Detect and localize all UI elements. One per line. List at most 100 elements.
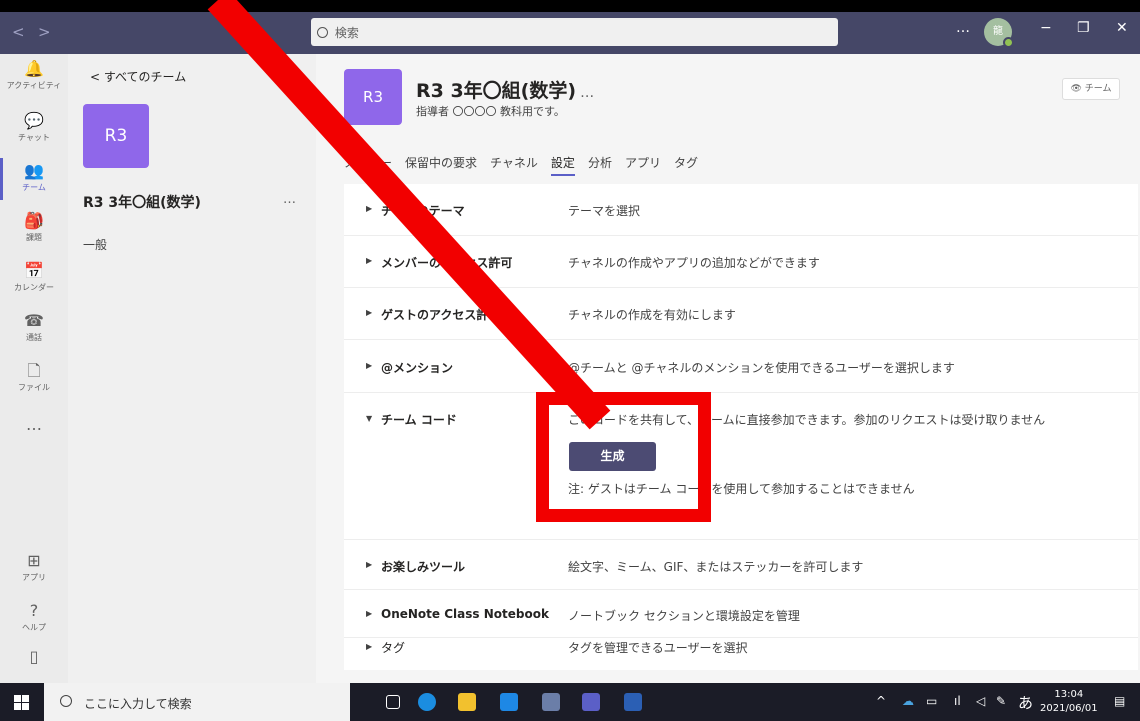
settings-row-fun-stuff[interactable]: ▶ お楽しみツール 絵文字、ミーム、GIF、またはステッカーを許可します	[344, 540, 1138, 590]
header-more-button[interactable]: …	[580, 85, 594, 101]
caret-right-icon: ▶	[366, 609, 373, 618]
settings-row-description: タグを管理できるユーザーを選択	[568, 641, 748, 655]
all-teams-link[interactable]: < すべてのチーム	[90, 68, 186, 85]
caret-right-icon: ▶	[366, 308, 373, 317]
calendar-icon: 📅	[24, 261, 44, 280]
settings-row-description: ノートブック セクションと環境設定を管理	[568, 609, 800, 623]
settings-row-mentions[interactable]: ▶ @メンション @チームと @チャネルのメンションを使用できるユーザーを選択し…	[344, 340, 1138, 393]
settings-row-title: チームのテーマ	[381, 204, 465, 218]
teams-icon: 👥	[24, 161, 44, 180]
appbar-item-more[interactable]: …	[0, 416, 68, 434]
caret-down-icon[interactable]: ▼	[366, 414, 372, 423]
teams-taskbar-icon[interactable]	[582, 693, 600, 711]
onedrive-icon[interactable]: ☁	[902, 694, 914, 708]
team-visibility-badge: 👁 チーム	[1062, 78, 1120, 100]
appbar-label: ヘルプ	[22, 623, 46, 632]
appbar-item-apps[interactable]: ⊞ アプリ	[0, 552, 68, 583]
word-icon[interactable]	[624, 693, 642, 711]
caret-right-icon: ▶	[366, 204, 373, 213]
apps-icon: ⊞	[27, 551, 41, 570]
page-title: R3 3年〇組(数学)…	[416, 76, 594, 103]
back-arrow-icon[interactable]: <	[12, 23, 25, 41]
appbar-label: ファイル	[18, 383, 50, 392]
team-description: 指導者 〇〇〇〇 教科用です。	[416, 105, 565, 118]
tab-channels[interactable]: チャネル	[490, 154, 538, 176]
mail-icon[interactable]	[500, 693, 518, 711]
annotation-highlight-box	[536, 392, 711, 522]
task-view-icon[interactable]	[386, 695, 400, 709]
edge-icon[interactable]	[418, 693, 436, 711]
battery-icon[interactable]: ▭	[926, 694, 937, 708]
maximize-button[interactable]: ❐	[1077, 20, 1090, 36]
bell-icon: 🔔	[24, 59, 44, 78]
taskbar-search-input[interactable]: ここに入力して検索	[44, 683, 350, 721]
settings-row-tags[interactable]: ▶ タグ タグを管理できるユーザーを選択	[344, 638, 1138, 670]
chevron-up-icon[interactable]: ^	[876, 694, 886, 708]
header-team-tile: R3	[344, 69, 402, 125]
assignments-icon: 🎒	[24, 211, 44, 230]
minimize-button[interactable]: −	[1040, 20, 1052, 36]
tab-tags[interactable]: タグ	[674, 154, 698, 176]
team-more-button[interactable]: …	[283, 192, 296, 207]
settings-row-title: OneNote Class Notebook	[381, 607, 549, 621]
camera-icon[interactable]	[542, 693, 560, 711]
tab-members[interactable]: メンバー	[344, 154, 392, 176]
forward-arrow-icon[interactable]: >	[38, 23, 51, 41]
team-name[interactable]: R3 3年〇組(数学)	[83, 192, 201, 212]
appbar-label: チャット	[18, 133, 50, 142]
tab-apps[interactable]: アプリ	[625, 154, 661, 176]
team-list-pane: < すべてのチーム R3 R3 3年〇組(数学) … 一般	[68, 54, 316, 683]
windows-taskbar: ここに入力して検索 ^ ☁ ▭ ıl ◁ ✎ あ 13:04 2021/06/0…	[0, 683, 1140, 721]
search-input[interactable]: 検索	[311, 18, 838, 46]
appbar-item-calendar[interactable]: 📅 カレンダー	[0, 262, 68, 293]
ime-indicator[interactable]: あ	[1018, 692, 1033, 713]
settings-row-description: チャネルの作成やアプリの追加などができます	[568, 256, 820, 270]
file-explorer-icon[interactable]	[458, 693, 476, 711]
caret-right-icon: ▶	[366, 256, 373, 265]
channel-item-general[interactable]: 一般	[83, 236, 107, 253]
appbar-label: チーム	[22, 183, 46, 192]
settings-row-guest-permissions[interactable]: ▶ ゲストのアクセス許可 チャネルの作成を有効にします	[344, 288, 1138, 340]
appbar-item-assignments[interactable]: 🎒 課題	[0, 212, 68, 243]
appbar-label: 課題	[26, 233, 42, 242]
settings-row-title: @メンション	[381, 361, 454, 375]
caret-right-icon: ▶	[366, 560, 373, 569]
clock-date: 2021/06/01	[1040, 703, 1098, 714]
network-icon[interactable]: ıl	[954, 694, 961, 708]
tab-analytics[interactable]: 分析	[588, 154, 612, 176]
settings-panel: ▶ チームのテーマ テーマを選択 ▶ メンバーのアクセス許可 チャネルの作成やア…	[344, 184, 1138, 670]
appbar-item-help[interactable]: ? ヘルプ	[0, 602, 68, 633]
avatar-initial: 龍	[993, 26, 1003, 37]
pen-icon[interactable]: ✎	[996, 694, 1006, 708]
notification-icon[interactable]: ▤	[1114, 694, 1125, 708]
team-avatar-tile: R3	[83, 104, 149, 168]
clock[interactable]: 13:04 2021/06/01	[1040, 688, 1098, 716]
file-icon: 🗋	[27, 361, 41, 380]
appbar-item-calls[interactable]: ☎ 通話	[0, 312, 68, 343]
settings-row-title: お楽しみツール	[381, 560, 466, 574]
appbar-item-teams[interactable]: 👥 チーム	[0, 162, 68, 193]
more-icon: …	[26, 415, 42, 434]
clock-time: 13:04	[1054, 689, 1084, 700]
tab-pending-requests[interactable]: 保留中の要求	[405, 154, 477, 176]
settings-row-onenote[interactable]: ▶ OneNote Class Notebook ノートブック セクションと環境…	[344, 590, 1138, 638]
avatar[interactable]: 龍	[984, 18, 1014, 48]
volume-icon[interactable]: ◁	[976, 694, 985, 708]
tab-settings[interactable]: 設定	[550, 154, 575, 176]
settings-row-member-permissions[interactable]: ▶ メンバーのアクセス許可 チャネルの作成やアプリの追加などができます	[344, 236, 1138, 288]
chat-icon: 💬	[24, 111, 44, 130]
phone-icon: ☎	[24, 311, 44, 330]
appbar-item-files[interactable]: 🗋 ファイル	[0, 362, 68, 393]
settings-row-title: ゲストのアクセス許可	[381, 308, 501, 322]
caret-right-icon: ▶	[366, 361, 373, 370]
more-options-button[interactable]: …	[956, 20, 970, 36]
appbar-item-chat[interactable]: 💬 チャット	[0, 112, 68, 143]
settings-row-description: @チームと @チャネルのメンションを使用できるユーザーを選択します	[568, 361, 955, 375]
close-button[interactable]: ✕	[1116, 20, 1128, 36]
appbar-item-activity[interactable]: 🔔 アクティビティ	[0, 60, 68, 91]
app-bar: 🔔 アクティビティ 💬 チャット 👥 チーム 🎒 課題 📅 カレンダー ☎ 通話…	[0, 54, 68, 683]
appbar-item-device[interactable]: ▯	[0, 648, 68, 666]
appbar-label: 通話	[26, 333, 42, 342]
settings-row-team-theme[interactable]: ▶ チームのテーマ テーマを選択	[344, 184, 1138, 236]
windows-start-icon[interactable]	[14, 695, 29, 710]
